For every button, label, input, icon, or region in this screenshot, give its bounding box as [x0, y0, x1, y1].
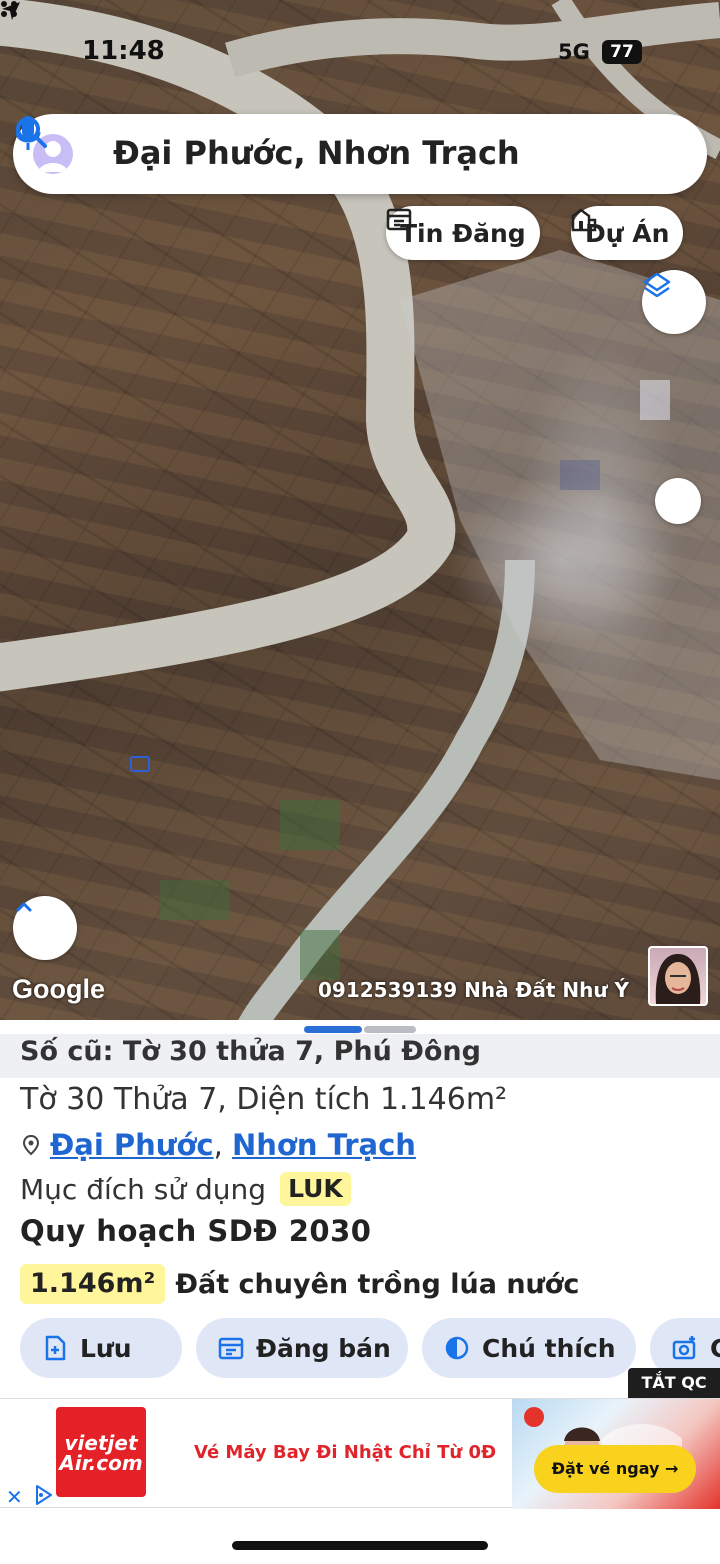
ad-image[interactable]: Đặt vé ngay →: [512, 1399, 720, 1509]
ad-close-icon[interactable]: ✕: [6, 1485, 23, 1509]
district-link[interactable]: Nhơn Trạch: [232, 1128, 416, 1162]
agent-portrait-icon: [655, 954, 701, 1004]
location-pin-icon: [22, 1134, 40, 1156]
agent-photo[interactable]: [648, 946, 708, 1006]
parcel-marker[interactable]: [130, 756, 150, 772]
action-buttons: Lưu Đăng bán Chú thích C: [20, 1318, 720, 1378]
listings-chip[interactable]: Tin Đăng: [386, 206, 540, 260]
microphone-icon[interactable]: [13, 114, 43, 154]
ad-choices-icon[interactable]: [32, 1483, 56, 1507]
plan-title: Quy hoạch SDĐ 2030: [20, 1214, 372, 1248]
layers-icon: [643, 272, 671, 298]
old-parcel-id: Số cũ: Tờ 30 thửa 7, Phú Đông: [20, 1036, 481, 1067]
parcel-summary: Tờ 30 Thửa 7, Diện tích 1.146m²: [20, 1082, 508, 1117]
save-button-label: Lưu: [80, 1333, 132, 1363]
chevron-up-icon: [16, 901, 32, 912]
calendar-icon: [386, 208, 412, 231]
plan-area-badge: 1.146m²: [20, 1264, 166, 1304]
home-indicator[interactable]: [232, 1541, 488, 1550]
expand-up-button[interactable]: [13, 896, 77, 960]
panel-page-indicator[interactable]: [364, 1026, 416, 1033]
plan-use-description: Đất chuyên trồng lúa nước: [175, 1268, 580, 1300]
calendar-icon: [218, 1337, 244, 1360]
legend-button-label: Chú thích: [482, 1333, 616, 1363]
search-input[interactable]: Đại Phước, Nhơn Trạch: [113, 134, 520, 172]
land-purpose-code-badge: LUK: [280, 1172, 351, 1206]
satellite-map[interactable]: 11:48 5G 77 Đại Phước, Nhơn Trạch Tin Đă…: [0, 0, 720, 1020]
add-photo-icon: [672, 1336, 696, 1360]
post-for-sale-button[interactable]: Đăng bán: [196, 1318, 408, 1378]
save-button[interactable]: Lưu: [20, 1318, 182, 1378]
cellular-signal-icon: [1, 1, 17, 17]
parcel-info-panel: Số cũ: Tờ 30 thửa 7, Phú Đông Tờ 30 Thửa…: [0, 1020, 720, 1398]
agent-watermark: 0912539139 Nhà Đất Như Ý: [318, 978, 629, 1002]
network-type: 5G: [558, 40, 590, 64]
hide-ads-button[interactable]: TẮT QC: [628, 1368, 720, 1398]
ad-headline[interactable]: Vé Máy Bay Đi Nhật Chỉ Từ 0Đ: [194, 1442, 496, 1463]
status-time: 11:48: [82, 36, 165, 66]
ad-book-now-button[interactable]: Đặt vé ngay →: [534, 1445, 696, 1493]
plan-area-row: 1.146m² Đất chuyên trồng lúa nước: [20, 1264, 579, 1304]
ad-banner[interactable]: vietjet Air.com Vé Máy Bay Đi Nhật Chỉ T…: [0, 1398, 720, 1509]
map-handle-dot[interactable]: [655, 478, 701, 524]
land-purpose-row: Mục đích sử dụng LUK: [20, 1172, 351, 1206]
location-row: Đại Phước, Nhơn Trạch: [22, 1128, 416, 1162]
search-bar[interactable]: Đại Phước, Nhơn Trạch: [13, 114, 707, 194]
panel-page-indicator-active[interactable]: [304, 1026, 362, 1033]
ward-link[interactable]: Đại Phước: [50, 1128, 214, 1162]
post-for-sale-label: Đăng bán: [256, 1333, 391, 1363]
layers-button[interactable]: [642, 270, 706, 334]
legend-button[interactable]: Chú thích: [422, 1318, 636, 1378]
ad-brand-logo: vietjet Air.com: [56, 1407, 146, 1497]
photo-button-label: C: [710, 1333, 720, 1363]
listings-chip-label: Tin Đăng: [400, 218, 526, 248]
projects-chip-label: Dự Án: [585, 218, 670, 248]
land-purpose-label: Mục đích sử dụng: [20, 1172, 267, 1206]
location-separator: ,: [213, 1128, 223, 1162]
projects-chip[interactable]: Dự Án: [571, 206, 684, 260]
google-logo: Google: [12, 974, 105, 1004]
add-file-icon: [45, 1335, 66, 1361]
contrast-icon: [445, 1336, 469, 1360]
battery-icon: 77: [602, 40, 642, 64]
buildings-icon: [571, 208, 597, 232]
